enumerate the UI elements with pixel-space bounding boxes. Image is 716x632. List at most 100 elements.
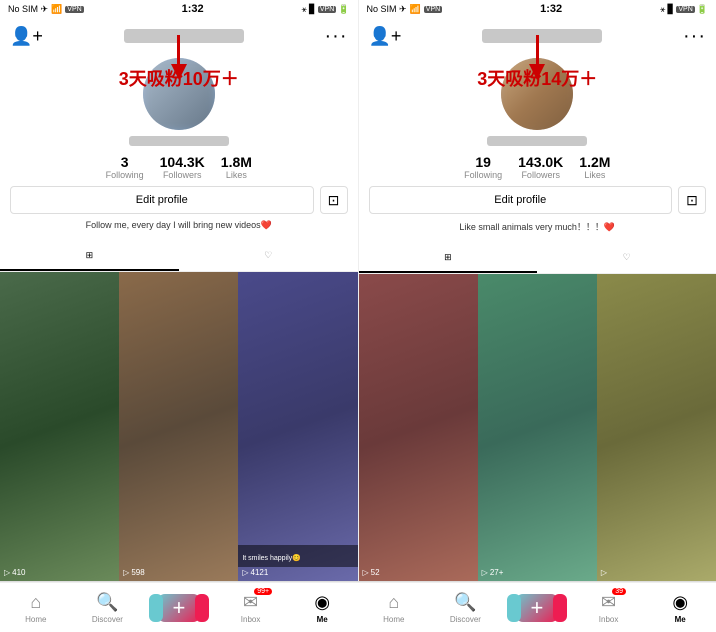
stat-likes-right: 1.2M Likes: [579, 154, 610, 180]
following-label-right: Following: [464, 170, 502, 180]
phones-row: No SIM ✈ 📶 VPN 1:32 ⚹ ▊ VPN 🔋 👤+: [0, 0, 716, 582]
stat-following-left: 3 Following: [106, 154, 144, 180]
phone-left: No SIM ✈ 📶 VPN 1:32 ⚹ ▊ VPN 🔋 👤+: [0, 0, 359, 581]
status-left-right: No SIM ✈ 📶 VPN: [367, 4, 443, 15]
wifi-icon-left: 📶: [51, 4, 62, 15]
likes-count-right: 1.2M: [579, 154, 610, 170]
video-thumb-4[interactable]: ▷52: [359, 274, 478, 581]
nav-me-left[interactable]: ◉ Me: [286, 583, 358, 632]
nav-inbox-left[interactable]: ✉ 99+ Inbox: [215, 583, 287, 632]
video-caption-left: It smiles happily😊: [242, 555, 301, 562]
time-right: 1:32: [540, 3, 562, 15]
video-thumb-6[interactable]: ▷: [597, 274, 716, 581]
plus-left-tab-right: [507, 594, 521, 622]
stat-followers-right: 143.0K Followers: [518, 154, 563, 180]
bio-text-right: Like small animals very much！！！❤️: [451, 220, 623, 233]
no-sim-text-left: No SIM ✈: [8, 4, 48, 15]
bookmark-button-left[interactable]: ⊡: [320, 186, 348, 214]
inbox-icon-left: ✉: [243, 592, 258, 612]
discover-label-right: Discover: [450, 615, 481, 624]
status-right-left: ⚹ ▊ VPN 🔋: [302, 4, 350, 15]
vpn-badge-right: VPN: [424, 6, 442, 13]
video-thumb-3[interactable]: ▷4121 It smiles happily😊: [238, 272, 357, 581]
inbox-badge-right: 39: [612, 588, 626, 595]
profile-section-left: 3 Following 104.3K Followers 1.8M Likes: [0, 54, 358, 241]
plus-icon-left: +: [173, 595, 186, 621]
nav-plus-right[interactable]: +: [501, 583, 573, 632]
bookmark-button-right[interactable]: ⊡: [678, 186, 706, 214]
plus-left-tab: [149, 594, 163, 622]
nav-discover-right[interactable]: 🔍 Discover: [430, 583, 502, 632]
more-icon-left[interactable]: ···: [325, 25, 348, 48]
followers-label-left: Followers: [163, 170, 202, 180]
tab-liked-left[interactable]: ♡: [179, 241, 358, 271]
username-bar-right: [482, 29, 602, 43]
stat-following-right: 19 Following: [464, 154, 502, 180]
tab-videos-right[interactable]: ⊞: [359, 243, 538, 273]
plus-icon-right: +: [531, 595, 544, 621]
nav-me-right[interactable]: ◉ Me: [644, 583, 716, 632]
tab-icons-row-left: ⊞ ♡: [0, 241, 358, 272]
edit-profile-button-right[interactable]: Edit profile: [369, 186, 673, 214]
nav-inbox-right[interactable]: ✉ 39 Inbox: [573, 583, 645, 632]
discover-icon-left: 🔍: [96, 592, 118, 613]
avatar-left: [143, 58, 215, 130]
video-thumb-5[interactable]: ▷27+: [478, 274, 597, 581]
action-row-right: Edit profile ⊡: [359, 186, 716, 214]
play-count-3: ▷4121: [242, 568, 268, 577]
plus-button-right[interactable]: +: [515, 594, 559, 622]
add-user-icon-right[interactable]: 👤+: [369, 26, 402, 47]
video-thumb-1[interactable]: ▷410: [0, 272, 119, 581]
phone-right: No SIM ✈ 📶 VPN 1:32 ⚹ ▊ VPN 🔋 👤+: [359, 0, 716, 581]
more-icon-right[interactable]: ···: [683, 25, 706, 48]
status-left-left: No SIM ✈ 📶 VPN: [8, 4, 84, 15]
play-count-5: ▷27+: [482, 568, 504, 577]
bio-text-left: Follow me, every day I will bring new vi…: [78, 220, 280, 231]
screen-container: No SIM ✈ 📶 VPN 1:32 ⚹ ▊ VPN 🔋 👤+: [0, 0, 716, 632]
me-label-right: Me: [675, 615, 686, 624]
video-thumb-2[interactable]: ▷598: [119, 272, 238, 581]
me-label-left: Me: [317, 615, 328, 624]
vpn-badge2-left: VPN: [318, 6, 336, 13]
following-count-right: 19: [475, 154, 491, 170]
nav-home-left[interactable]: ⌂ Home: [0, 583, 72, 632]
signal-icon-left: ▊: [309, 4, 316, 15]
home-label-right: Home: [383, 615, 404, 624]
bottom-nav: ⌂ Home 🔍 Discover + ✉ 99+ Inbox: [0, 582, 716, 632]
edit-profile-button-left[interactable]: Edit profile: [10, 186, 314, 214]
play-count-2: ▷598: [123, 568, 145, 577]
inbox-badge-left: 99+: [254, 588, 272, 595]
play-count-6: ▷: [601, 568, 607, 577]
plus-right-tab-right: [553, 594, 567, 622]
likes-count-left: 1.8M: [221, 154, 252, 170]
inbox-label-right: Inbox: [599, 615, 619, 624]
tab-liked-right[interactable]: ♡: [537, 243, 716, 273]
battery-icon-right: 🔋: [697, 4, 708, 15]
video-grid-right: ▷52 ▷27+ ▷: [359, 274, 716, 581]
nav-home-right[interactable]: ⌂ Home: [358, 583, 430, 632]
username-display-right: [487, 136, 587, 146]
action-row-left: Edit profile ⊡: [0, 186, 358, 214]
tab-videos-left[interactable]: ⊞: [0, 241, 179, 271]
bottom-nav-right: ⌂ Home 🔍 Discover + ✉ 39 Inbox: [358, 583, 716, 632]
stat-likes-left: 1.8M Likes: [221, 154, 252, 180]
top-nav-left: 👤+ ···: [0, 18, 358, 54]
nav-plus-left[interactable]: +: [143, 583, 215, 632]
nav-discover-left[interactable]: 🔍 Discover: [72, 583, 144, 632]
stats-row-right: 19 Following 143.0K Followers 1.2M Likes: [359, 154, 716, 180]
add-user-icon-left[interactable]: 👤+: [10, 26, 43, 47]
discover-label-left: Discover: [92, 615, 123, 624]
bottom-nav-left: ⌂ Home 🔍 Discover + ✉ 99+ Inbox: [0, 583, 358, 632]
username-bar-left: [124, 29, 244, 43]
following-count-left: 3: [121, 154, 129, 170]
vpn-badge-left: VPN: [65, 6, 83, 13]
stats-row-left: 3 Following 104.3K Followers 1.8M Likes: [0, 154, 358, 180]
following-label-left: Following: [106, 170, 144, 180]
likes-label-left: Likes: [226, 170, 247, 180]
status-right-right: ⚹ ▊ VPN 🔋: [660, 4, 708, 15]
vpn-badge2-right: VPN: [676, 6, 694, 13]
signal-icon-right: ▊: [667, 4, 674, 15]
followers-label-right: Followers: [521, 170, 560, 180]
profile-section-right: 19 Following 143.0K Followers 1.2M Likes: [359, 54, 716, 243]
plus-button-left[interactable]: +: [157, 594, 201, 622]
